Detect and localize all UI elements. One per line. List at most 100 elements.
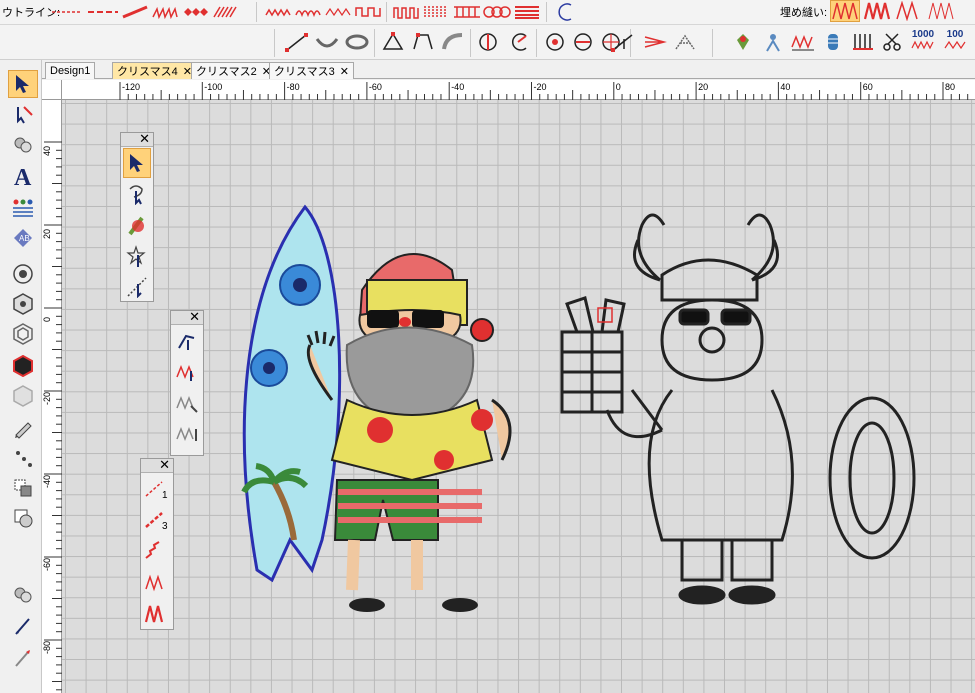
text-tool-icon[interactable]: A: [8, 162, 38, 190]
palette-lasso-select-icon[interactable]: [123, 179, 151, 209]
fill-pattern-icon[interactable]: [926, 0, 956, 22]
palette-edit-zigzag-icon[interactable]: [173, 357, 201, 387]
stitch-1000-button[interactable]: 1000: [906, 28, 940, 50]
ruler-tick-label: -120: [122, 82, 140, 92]
ruler-tick-label: 60: [863, 82, 873, 92]
zigzag-red-icon[interactable]: [788, 31, 818, 53]
select-arrow-icon[interactable]: [8, 70, 38, 98]
ruler-tick-label: -60: [369, 82, 382, 92]
palette-header[interactable]: ✕: [121, 131, 153, 147]
palette-close-icon[interactable]: ✕: [139, 131, 150, 147]
outline-running-stitch-icon[interactable]: [86, 1, 120, 23]
palette-header[interactable]: ✕: [171, 309, 203, 325]
palette-edit-zigzag-end-icon[interactable]: [173, 419, 201, 449]
tab-christmas3[interactable]: クリスマス3 ✕: [269, 62, 355, 79]
outline-wave-icon[interactable]: [264, 1, 294, 23]
outline-fan-icon[interactable]: [210, 1, 240, 23]
palette-close-icon[interactable]: ✕: [159, 457, 170, 473]
edit-points-icon[interactable]: [8, 100, 38, 128]
dots-tool-icon[interactable]: [8, 444, 38, 472]
palette-star-select-icon[interactable]: [123, 241, 151, 271]
palette-header[interactable]: ✕: [141, 457, 173, 473]
pen-tool-icon[interactable]: [8, 612, 38, 640]
bead-tool-2-icon[interactable]: [8, 580, 38, 608]
outline-dashed-line-icon[interactable]: [50, 1, 84, 23]
combine-tool-icon[interactable]: [8, 504, 38, 532]
ruler-tick-label: -100: [204, 82, 222, 92]
arc-tool-icon[interactable]: [312, 31, 342, 53]
design-canvas[interactable]: ✕ ✕ ✕ 1 3: [62, 100, 975, 693]
palette-stitch-satin-icon[interactable]: [143, 567, 171, 597]
hexagon-outline-icon[interactable]: [8, 290, 38, 318]
tab-christmas4[interactable]: クリスマス4 ✕: [112, 62, 198, 79]
hexagon-grey-icon[interactable]: [8, 382, 38, 410]
group-tool-icon[interactable]: [8, 474, 38, 502]
palette-stitch-arrows-icon[interactable]: [143, 536, 171, 566]
palette-stitch-satin-wide-icon[interactable]: [143, 598, 171, 628]
palette-select-arrow-icon[interactable]: [123, 148, 151, 178]
polygon-tool-icon[interactable]: [378, 31, 408, 53]
curve-tool-icon[interactable]: [438, 31, 468, 53]
outline-curve-icon[interactable]: [550, 1, 580, 23]
outline-loops-icon[interactable]: [482, 1, 512, 23]
outline-square-wave-icon[interactable]: [354, 1, 384, 23]
outline-castle-icon[interactable]: [392, 1, 422, 23]
badge-tool-icon[interactable]: AB: [8, 224, 38, 252]
tie-stitch-icon[interactable]: [848, 31, 878, 53]
fill-satin-icon[interactable]: [862, 0, 892, 22]
tab-design1[interactable]: Design1: [45, 62, 96, 79]
ruler-tick-label: -40: [451, 82, 464, 92]
cut-shape-icon[interactable]: [504, 31, 534, 53]
outline-triple-zigzag-icon[interactable]: [324, 1, 354, 23]
tab-close-icon[interactable]: ✕: [340, 65, 349, 78]
circle-fill-icon[interactable]: [568, 31, 598, 53]
palette-color-select-icon[interactable]: [123, 210, 151, 240]
pencil-tool-icon[interactable]: [8, 414, 38, 442]
line-tool-icon[interactable]: [282, 31, 312, 53]
circle-ring-icon[interactable]: [8, 260, 38, 288]
palette-close-icon[interactable]: ✕: [189, 309, 200, 325]
palette-stitch-3-icon[interactable]: 3: [143, 505, 171, 535]
scissors-icon[interactable]: [878, 31, 908, 53]
ring-tool-icon[interactable]: [342, 31, 372, 53]
ruler-tick-label: 40: [780, 82, 790, 92]
fill-zigzag-icon[interactable]: [894, 0, 924, 22]
reindeer-outline-design[interactable]: [560, 213, 916, 605]
vertical-ruler[interactable]: 40 20 0 -20 -40 -60 -80: [42, 100, 62, 693]
outline-zigzag-icon[interactable]: [120, 1, 150, 23]
arrow-right-tool-icon[interactable]: [640, 31, 670, 53]
ruler-tick-label: 20: [42, 229, 52, 239]
palette-edit-zigzag-grey-icon[interactable]: [173, 388, 201, 418]
outline-satin-icon[interactable]: [150, 1, 180, 23]
outline-diamond-icon[interactable]: [180, 1, 210, 23]
stitch-100-button[interactable]: 100: [940, 28, 970, 50]
brush-tool-icon[interactable]: [8, 644, 38, 672]
outline-bars-icon[interactable]: [422, 1, 452, 23]
hexagon-double-icon[interactable]: [8, 320, 38, 348]
monogram-icon[interactable]: [8, 194, 38, 222]
bead-tool-icon[interactable]: [8, 130, 38, 158]
outline-scallop-icon[interactable]: [294, 1, 324, 23]
fill-tatami-icon[interactable]: [830, 0, 860, 22]
outline-ladder-icon[interactable]: [452, 1, 482, 23]
tab-christmas2[interactable]: クリスマス2 ✕: [191, 62, 277, 79]
tab-label: クリスマス4: [117, 66, 178, 78]
shape-tool-icon[interactable]: [408, 31, 438, 53]
surfboard-design[interactable]: [241, 204, 342, 583]
palette-edit-node-icon[interactable]: [173, 326, 201, 356]
svg-text:AB: AB: [19, 234, 30, 243]
horizontal-ruler[interactable]: -120 -100 -80 -60 -40 -20 0 20 40 60 80: [62, 80, 975, 100]
circle-star-icon[interactable]: [540, 31, 570, 53]
tab-label: クリスマス2: [196, 66, 257, 78]
palette-stitch-1-icon[interactable]: 1: [143, 474, 171, 504]
santa-design[interactable]: [306, 253, 512, 612]
knife-tool-icon[interactable]: [474, 31, 504, 53]
applique-icon[interactable]: [728, 31, 758, 53]
bobbin-icon[interactable]: [818, 31, 848, 53]
stitch-direction-icon[interactable]: [608, 31, 638, 53]
palette-line-select-icon[interactable]: [123, 272, 151, 302]
outline-stripes-icon[interactable]: [512, 1, 542, 23]
hexagon-red-icon[interactable]: [8, 352, 38, 380]
branch-tool-icon[interactable]: [670, 31, 700, 53]
person-stitch-icon[interactable]: [758, 31, 788, 53]
